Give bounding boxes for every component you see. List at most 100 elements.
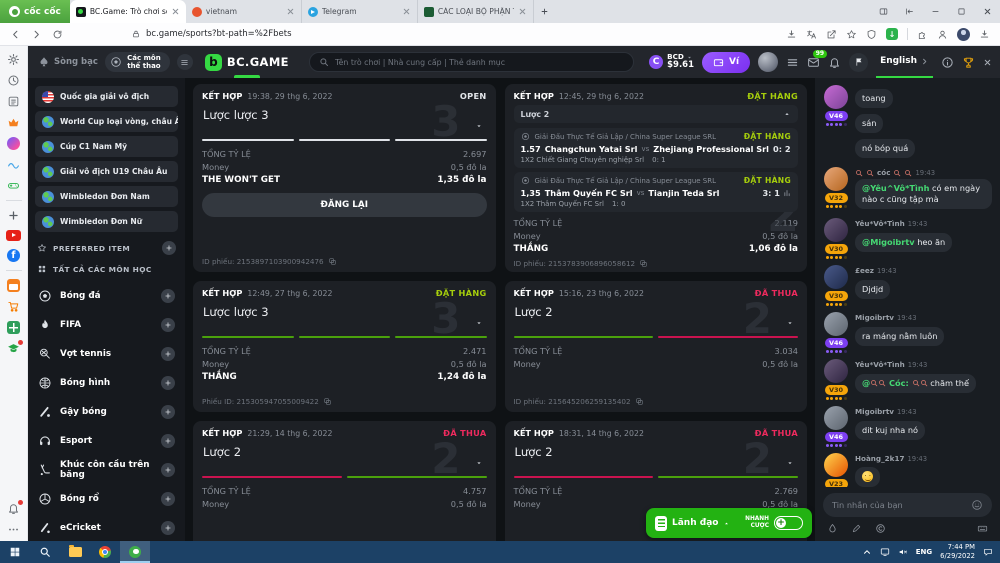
emoji-button[interactable]	[971, 499, 983, 511]
copy-icon[interactable]	[635, 397, 644, 406]
browser-tab[interactable]: BC.Game: Trò chơi sòng bạc	[70, 0, 186, 23]
user-menu-button[interactable]	[786, 56, 799, 69]
notifications-button[interactable]	[828, 56, 841, 69]
caret-up-icon[interactable]	[783, 110, 791, 118]
bcgame-logo[interactable]: b BC.GAME	[200, 46, 294, 78]
browser-tab[interactable]: vietnam	[186, 0, 302, 23]
person-icon[interactable]	[937, 29, 948, 40]
facebook-icon[interactable]	[7, 249, 20, 262]
translate-icon[interactable]	[806, 29, 817, 40]
more-icon[interactable]	[7, 523, 20, 536]
copy-icon[interactable]	[328, 257, 337, 266]
tab-close-icon[interactable]	[518, 7, 527, 16]
currency-selector[interactable]: C BCD $9.61	[649, 53, 694, 71]
reload-button[interactable]	[52, 29, 63, 40]
messenger-icon[interactable]	[7, 137, 20, 150]
shield-icon[interactable]	[866, 29, 877, 40]
cart-icon[interactable]	[7, 300, 20, 313]
sidebar-sport-item[interactable]: Bóng đá	[35, 281, 178, 310]
expand-caret[interactable]	[786, 459, 794, 467]
rules-button[interactable]	[851, 523, 862, 534]
download-icon[interactable]	[979, 29, 990, 40]
history-icon[interactable]	[7, 74, 20, 87]
tab-search-button[interactable]	[870, 0, 896, 23]
coin-button[interactable]	[875, 523, 886, 534]
tray-expand-icon[interactable]	[862, 547, 872, 557]
expand-caret[interactable]	[475, 459, 483, 467]
expand-plus-button[interactable]	[161, 405, 175, 419]
browser-tab[interactable]: Telegram	[302, 0, 418, 23]
sidebar-sport-item[interactable]: Bóng hình	[35, 368, 178, 397]
expand-plus-button[interactable]	[161, 492, 175, 506]
action-center-icon[interactable]	[983, 547, 993, 557]
contest-button[interactable]	[962, 56, 975, 69]
expand-plus-button[interactable]	[161, 289, 175, 303]
expand-plus-button[interactable]	[161, 521, 175, 535]
download-manager-icon[interactable]	[886, 28, 898, 40]
puzzle-icon[interactable]	[917, 29, 928, 40]
match-row[interactable]: Giải Đấu Thực Tế Giả Lập / China Super L…	[514, 172, 799, 212]
user-avatar[interactable]	[758, 52, 778, 72]
expand-plus-button[interactable]	[161, 463, 175, 477]
sidebar-league-item[interactable]: Giải vô địch U19 Châu Âu	[35, 161, 178, 182]
all-sports-row[interactable]: TẤT CẢ CÁC MÔN HỌC	[37, 264, 176, 274]
expand-plus-button[interactable]	[161, 318, 175, 332]
calendar-icon[interactable]	[7, 279, 20, 292]
maximize-button[interactable]	[948, 0, 974, 23]
sidebar-sport-item[interactable]: Gậy bóng	[35, 397, 178, 426]
expand-plus-button[interactable]	[161, 434, 175, 448]
chat-info-button[interactable]	[941, 56, 954, 69]
sidebar-league-item[interactable]: Wimbledon Đơn Nam	[35, 186, 178, 207]
close-window-button[interactable]	[974, 0, 1000, 23]
chat-room-button[interactable]	[849, 53, 868, 72]
copy-icon[interactable]	[639, 259, 648, 268]
sidebar-sport-item[interactable]: Esport	[35, 426, 178, 455]
mention[interactable]: @Migoibrtv	[862, 237, 915, 247]
mention[interactable]: @ Cóc:	[862, 378, 928, 388]
sidebar-sport-item[interactable]: Khúc côn cầu trên băng	[35, 455, 178, 484]
browser-tab[interactable]: CÁC LOẠI BỘ PHẬN THỂ TH	[418, 0, 534, 23]
messages-button[interactable]: 99	[807, 56, 820, 69]
profile-avatar[interactable]	[957, 28, 970, 41]
tab-close-icon[interactable]	[171, 7, 180, 16]
browser-brand[interactable]: cốc cốc	[0, 0, 70, 23]
gif-button[interactable]	[977, 523, 988, 534]
sidebar-sport-item[interactable]: FIFA	[35, 310, 178, 339]
sports-tab[interactable]: Các môn thể thao	[105, 52, 170, 73]
feed-icon[interactable]	[7, 95, 20, 108]
sidebar-sport-item[interactable]: Vợt tennis	[35, 339, 178, 368]
expand-plus-button[interactable]	[161, 376, 175, 390]
clock[interactable]: 7:44 PM 6/29/2022	[940, 543, 975, 561]
quick-bet-toggle[interactable]: +	[774, 516, 803, 530]
sheets-icon[interactable]	[7, 321, 20, 334]
url-bar[interactable]: bc.game/sports?bt-path=%2Fbets	[131, 29, 776, 39]
chat-language-tab[interactable]: English	[876, 46, 933, 78]
save-icon[interactable]	[786, 29, 797, 40]
chat-close-button[interactable]	[983, 58, 992, 67]
preferred-row[interactable]: PREFERRED ITEM	[37, 241, 176, 255]
forward-button[interactable]	[31, 29, 42, 40]
sports-menu-button[interactable]	[177, 54, 193, 70]
sidebar-league-item[interactable]: Cúp C1 Nam Mỹ	[35, 136, 178, 157]
mention[interactable]: @Yêu^Vô*Tình	[862, 183, 929, 193]
keyboard-lang[interactable]: ENG	[916, 548, 932, 556]
volume-icon[interactable]	[898, 547, 908, 557]
new-tab-button[interactable]	[534, 0, 556, 23]
youtube-icon[interactable]	[6, 230, 21, 241]
crown-icon[interactable]	[7, 116, 20, 129]
taskbar-coccoc[interactable]	[120, 541, 150, 563]
wave-icon[interactable]	[7, 158, 20, 171]
expand-plus-button[interactable]	[161, 347, 175, 361]
match-row[interactable]: Giải Đấu Thực Tế Giả Lập / China Super L…	[514, 128, 799, 168]
sidebar-sport-item[interactable]: eCricket	[35, 513, 178, 541]
star-icon[interactable]	[846, 29, 857, 40]
sidebar-league-item[interactable]: World Cup loại vòng, châu Âu	[35, 111, 178, 132]
cap-icon[interactable]	[7, 342, 20, 355]
bell-icon[interactable]	[7, 502, 20, 515]
sidebar-league-item[interactable]: Quốc gia giải vô địch	[35, 86, 178, 107]
expand-caret[interactable]	[786, 319, 794, 327]
stats-icon[interactable]	[783, 189, 791, 197]
expand-caret[interactable]	[475, 122, 483, 130]
taskbar-start[interactable]	[0, 541, 30, 563]
tab-close-icon[interactable]	[286, 7, 295, 16]
